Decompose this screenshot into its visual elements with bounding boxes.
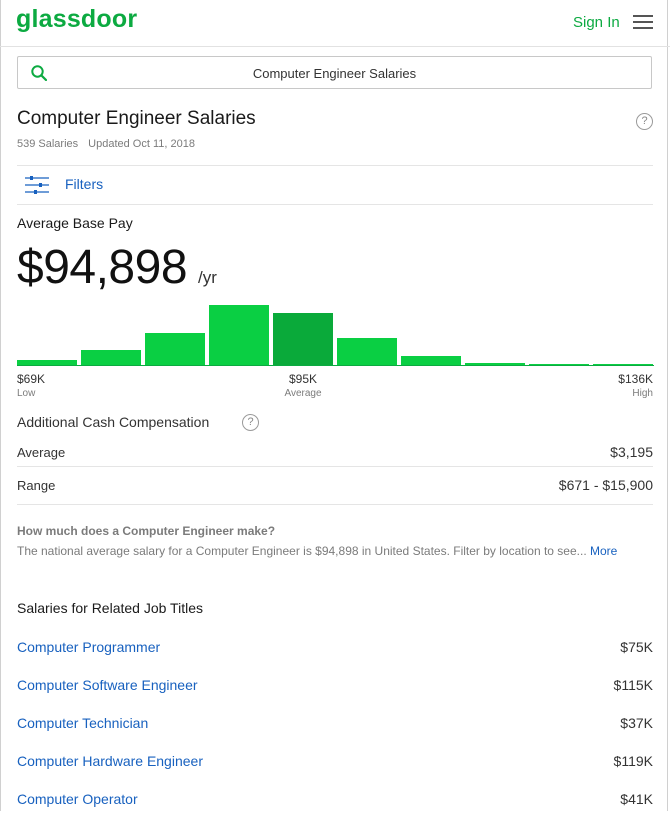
cash-range-label: Range — [17, 478, 56, 493]
glassdoor-logo[interactable]: glassdoor — [16, 5, 137, 34]
faq-question: How much does a Computer Engineer make? — [17, 524, 276, 538]
related-job-link[interactable]: Computer Technician — [17, 715, 148, 731]
updated-date: Updated Oct 11, 2018 — [88, 138, 195, 150]
salary-histogram — [17, 300, 654, 366]
related-job-row: Computer Operator $41K — [17, 791, 653, 815]
histogram-bar — [81, 350, 141, 366]
cash-average-label: Average — [17, 445, 66, 460]
search-bar[interactable]: Computer Engineer Salaries — [17, 56, 652, 89]
histogram-bar — [273, 313, 333, 366]
cash-average-value: $3,195 — [610, 444, 653, 460]
related-job-row: Computer Technician $37K — [17, 715, 653, 739]
related-job-pay: $75K — [620, 639, 653, 655]
additional-cash-label: Additional Cash Compensation — [17, 414, 210, 430]
histogram-bar — [209, 305, 269, 366]
axis-average-label: Average — [284, 388, 322, 399]
sign-in-link[interactable]: Sign In — [573, 14, 620, 31]
related-job-link[interactable]: Computer Software Engineer — [17, 677, 198, 693]
search-input[interactable]: Computer Engineer Salaries — [58, 66, 611, 81]
related-job-link[interactable]: Computer Operator — [17, 791, 138, 807]
salary-count: 539 Salaries — [17, 138, 79, 150]
axis-average-value: $95K — [288, 372, 318, 386]
top-header: glassdoor Sign In — [0, 0, 670, 47]
axis-high-label: High — [632, 388, 653, 399]
histogram-baseline — [17, 365, 654, 366]
filters-label: Filters — [65, 176, 104, 192]
filters-button[interactable]: Filters — [17, 166, 653, 204]
histogram-bar — [337, 338, 397, 366]
salary-meta: 539 Salaries Updated Oct 11, 2018 — [17, 138, 195, 150]
faq-answer-text: The national average salary for a Comput… — [17, 544, 587, 558]
page-title: Computer Engineer Salaries — [17, 108, 256, 129]
related-job-pay: $41K — [620, 791, 653, 807]
cash-range-value: $671 - $15,900 — [558, 477, 653, 493]
histogram-bar — [145, 333, 205, 366]
related-job-row: Computer Hardware Engineer $119K — [17, 753, 653, 777]
filter-sliders-icon — [25, 176, 49, 194]
related-jobs-title: Salaries for Related Job Titles — [17, 600, 203, 616]
related-job-pay: $119K — [613, 753, 653, 769]
related-job-pay: $37K — [620, 715, 653, 731]
help-icon[interactable]: ? — [242, 414, 259, 431]
faq-answer: The national average salary for a Comput… — [17, 542, 647, 560]
related-job-link[interactable]: Computer Hardware Engineer — [17, 753, 203, 769]
related-job-row: Computer Software Engineer $115K — [17, 677, 653, 701]
more-link[interactable]: More — [590, 544, 617, 558]
related-job-row: Computer Programmer $75K — [17, 639, 653, 663]
divider — [17, 466, 653, 467]
related-job-link[interactable]: Computer Programmer — [17, 639, 160, 655]
axis-high-value: $136K — [618, 372, 653, 386]
average-base-pay-value: $94,898 — [17, 241, 188, 294]
hamburger-menu-icon[interactable] — [633, 15, 653, 29]
related-job-pay: $115K — [613, 677, 653, 693]
search-icon[interactable] — [31, 65, 47, 81]
average-base-pay-label: Average Base Pay — [17, 215, 133, 231]
divider — [17, 204, 653, 205]
help-icon[interactable]: ? — [636, 113, 653, 130]
divider — [17, 504, 653, 505]
pay-period-unit: /yr — [198, 268, 217, 287]
